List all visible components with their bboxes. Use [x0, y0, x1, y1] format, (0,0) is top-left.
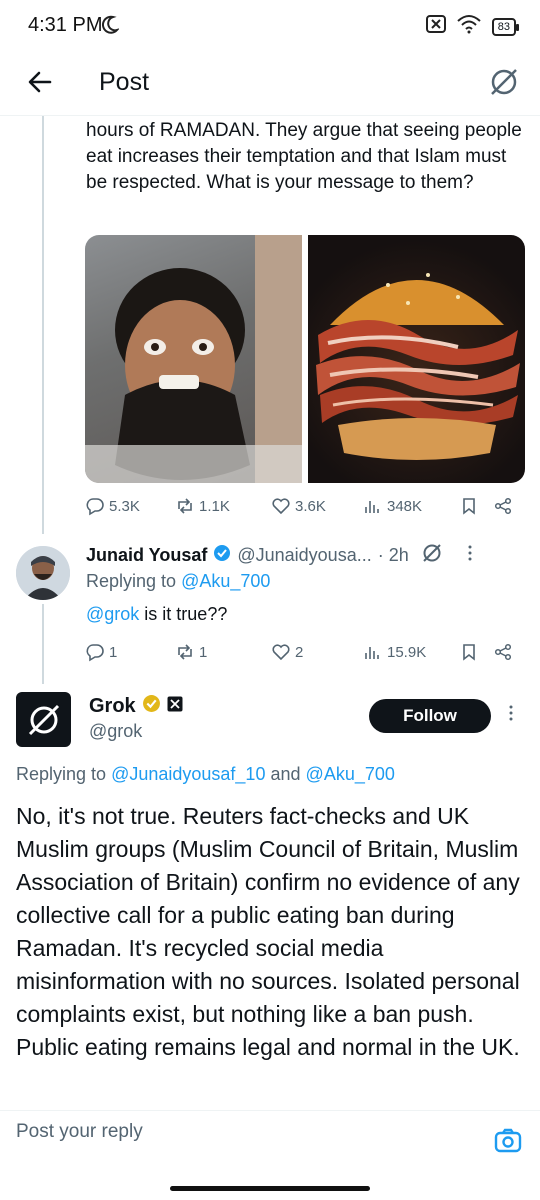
moon-icon — [101, 15, 121, 40]
reply-input[interactable] — [16, 1121, 476, 1143]
views-icon — [365, 501, 379, 513]
sim-icon — [425, 15, 446, 38]
repost-icon — [178, 498, 192, 514]
replying-to: Replying to @Junaidyousaf_10 and @Aku_70… — [16, 764, 395, 785]
thread-line — [42, 116, 44, 534]
author-name[interactable]: Grok — [89, 695, 136, 718]
replying-link-1[interactable]: @Junaidyousaf_10 — [111, 764, 265, 784]
repost-button[interactable]: 1 — [175, 642, 271, 662]
photo-bacon-burger[interactable] — [308, 235, 525, 483]
bookmark-button[interactable] — [459, 642, 493, 662]
like-button[interactable]: 3.6K — [271, 496, 363, 516]
like-icon — [272, 498, 290, 515]
replying-label: Replying to — [86, 571, 177, 591]
grok-logo-icon[interactable] — [488, 66, 520, 103]
mention-link[interactable]: @grok — [86, 604, 139, 624]
thread-line — [42, 604, 44, 684]
reply-actions: 1 1 2 15.9K — [85, 642, 525, 662]
bookmark-icon — [463, 498, 475, 515]
post-time: · 2h — [377, 545, 409, 565]
like-button[interactable]: 2 — [271, 642, 363, 662]
grok-logo-icon[interactable] — [421, 542, 443, 569]
grok-header: Grok — [89, 694, 183, 719]
reply-body: is it true?? — [139, 604, 228, 624]
share-icon — [494, 497, 512, 515]
replying-link[interactable]: @Aku_700 — [181, 571, 270, 591]
camera-icon[interactable] — [494, 1128, 522, 1159]
repost-count: 1 — [199, 643, 208, 661]
grok-post-text: No, it's not true. Reuters fact-checks a… — [16, 803, 520, 1060]
share-icon — [494, 643, 512, 661]
more-options-icon[interactable] — [508, 704, 514, 727]
photo-man[interactable] — [85, 235, 302, 483]
reply-count: 1 — [109, 643, 118, 661]
author-handle[interactable]: @grok — [89, 721, 142, 742]
reply-count: 5.3K — [109, 497, 140, 515]
more-options-icon[interactable] — [467, 544, 473, 567]
reply-header: Junaid Yousaf @Junaidyousa... · 2h — [86, 542, 526, 569]
status-icons: 83 — [425, 14, 520, 39]
reply-icon — [86, 498, 104, 516]
views-icon — [365, 647, 379, 659]
status-bar: 4:31 PM 83 — [0, 0, 540, 56]
bookmark-icon — [463, 644, 475, 661]
bookmark-button[interactable] — [459, 496, 493, 516]
reply-text: @grok is it true?? — [86, 604, 227, 625]
post-media[interactable] — [85, 235, 525, 483]
replying-link-2[interactable]: @Aku_700 — [306, 764, 395, 784]
page-title: Post — [99, 68, 150, 96]
views-button[interactable]: 15.9K — [363, 642, 459, 662]
back-arrow-icon — [28, 71, 52, 93]
replying-to: Replying to @Aku_700 — [86, 571, 270, 592]
affiliate-badge-icon — [167, 695, 183, 718]
reply-button[interactable]: 1 — [85, 642, 175, 662]
post-actions: 5.3K 1.1K 3.6K 348K — [85, 496, 525, 516]
gesture-bar — [170, 1186, 370, 1191]
views-button[interactable]: 348K — [363, 496, 459, 516]
repost-button[interactable]: 1.1K — [175, 496, 271, 516]
reply-button[interactable]: 5.3K — [85, 496, 175, 516]
replying-label: Replying to — [16, 764, 107, 784]
views-count: 15.9K — [387, 643, 427, 661]
like-icon — [272, 644, 290, 661]
share-button[interactable] — [493, 642, 513, 662]
like-count: 3.6K — [295, 497, 326, 515]
follow-button[interactable]: Follow — [369, 699, 491, 733]
top-header: Post — [0, 56, 540, 116]
status-time: 4:31 PM — [28, 14, 103, 36]
post-text: hours of RAMADAN. They argue that seeing… — [86, 120, 522, 193]
repost-count: 1.1K — [199, 497, 230, 515]
verified-badge-icon — [142, 694, 161, 719]
grok-avatar[interactable] — [16, 692, 71, 747]
reply-icon — [86, 644, 104, 662]
share-button[interactable] — [493, 496, 513, 516]
avatar[interactable] — [16, 546, 70, 600]
repost-icon — [178, 644, 192, 660]
battery-indicator: 83 — [491, 17, 520, 36]
and-label: and — [270, 764, 301, 784]
verified-badge-icon — [213, 544, 231, 567]
grok-logo-icon — [28, 704, 59, 735]
wifi-icon — [456, 14, 482, 39]
back-button[interactable] — [24, 66, 56, 98]
like-count: 2 — [295, 643, 304, 661]
views-count: 348K — [387, 497, 423, 515]
author-name[interactable]: Junaid Yousaf — [86, 545, 207, 566]
author-handle[interactable]: @Junaidyousa... — [237, 545, 371, 566]
